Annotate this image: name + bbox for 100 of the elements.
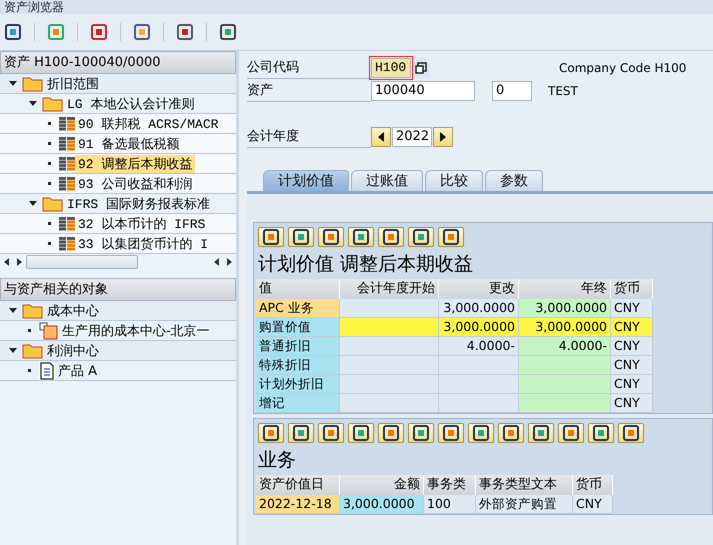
table-cell: 3,000.0000	[519, 318, 611, 337]
expand-arrow-icon[interactable]	[29, 201, 37, 206]
copy-button[interactable]	[413, 58, 429, 78]
copy-button[interactable]	[588, 423, 614, 443]
table-cell: CNY	[611, 318, 653, 337]
bullet-icon	[48, 182, 51, 185]
bullet-icon	[48, 122, 51, 125]
table-cell: 100	[424, 495, 476, 514]
cost-center-icon	[39, 322, 59, 340]
scroll-right-icon[interactable]	[14, 256, 24, 268]
table-icon	[59, 216, 75, 230]
scroll-left-icon[interactable]	[212, 256, 222, 268]
calculator-button[interactable]	[408, 227, 434, 247]
table-cell: 4.0000-	[439, 337, 519, 356]
asset-field[interactable]: 100040	[371, 81, 475, 101]
tree-item[interactable]: 生产用的成本中心-北京一	[59, 322, 213, 340]
scroll-left-icon[interactable]	[2, 256, 12, 268]
grid-title: 业务	[257, 448, 297, 473]
info-button[interactable]	[558, 423, 584, 443]
expand-arrow-icon[interactable]	[9, 348, 17, 353]
tab[interactable]: 比较	[425, 170, 483, 191]
view-button[interactable]	[468, 423, 494, 443]
tab[interactable]: 计划价值	[263, 170, 349, 191]
print-button[interactable]	[258, 227, 284, 247]
company-code-field[interactable]: H100	[371, 58, 411, 78]
table-cell: APC 业务	[256, 299, 340, 318]
bullet-icon	[28, 369, 31, 372]
scrollbar-thumb[interactable]	[26, 255, 138, 269]
table-icon	[59, 136, 75, 150]
swap-button[interactable]	[378, 227, 404, 247]
export-button[interactable]	[498, 423, 524, 443]
info-button[interactable]	[348, 227, 374, 247]
table-cell: 购置价值	[256, 318, 340, 337]
table-icon	[59, 176, 75, 190]
document-icon	[39, 362, 55, 380]
export-button[interactable]	[318, 227, 344, 247]
column-header[interactable]: 事务类型文本	[476, 475, 573, 495]
column-header[interactable]: 更改	[439, 279, 519, 299]
table-cell: 2022-12-18	[256, 495, 340, 514]
table-icon	[59, 116, 75, 130]
sum-button[interactable]	[378, 423, 404, 443]
sub-number-field[interactable]: 0	[492, 81, 532, 101]
tab[interactable]: 参数	[485, 170, 543, 191]
table-cell: CNY	[611, 394, 653, 413]
clock-button[interactable]	[438, 227, 464, 247]
print-button[interactable]	[438, 423, 464, 443]
subtotal-button[interactable]	[408, 423, 434, 443]
tree-item[interactable]: 92 调整后本期收益	[75, 154, 196, 172]
expand-arrow-icon[interactable]	[9, 308, 17, 313]
bullet-icon	[48, 162, 51, 165]
table-cell: 普通折旧	[256, 337, 340, 356]
window-title: 资产浏览器	[0, 0, 713, 14]
company-description: Company Code H100	[559, 61, 686, 75]
tree-item[interactable]: 产品 A	[55, 362, 100, 380]
expand-arrow-icon[interactable]	[29, 101, 37, 106]
asset-description: TEST	[548, 84, 578, 98]
sort-descending-button[interactable]	[318, 423, 344, 443]
table-cell: 特殊折旧	[256, 356, 340, 375]
tree-item[interactable]: LG 本地公认会计准则	[64, 94, 198, 112]
column-header[interactable]: 值	[256, 279, 340, 299]
table-cell: CNY	[611, 375, 653, 394]
grid-title: 计划价值 调整后本期收益	[257, 252, 474, 277]
next-year-button[interactable]	[433, 127, 453, 147]
left-triangle-icon	[377, 131, 385, 143]
view-button[interactable]	[288, 227, 314, 247]
table-cell: 计划外折旧	[256, 375, 340, 394]
expand-arrow-icon[interactable]	[9, 81, 17, 86]
details-button[interactable]	[258, 423, 284, 443]
scroll-right-icon[interactable]	[224, 256, 234, 268]
filter-button[interactable]	[348, 423, 374, 443]
tab[interactable]: 过账值	[351, 170, 423, 191]
table-cell: 3,000.0000	[340, 495, 424, 514]
bullet-icon	[28, 329, 31, 332]
column-header[interactable]: 会计年度开始	[340, 279, 439, 299]
column-header[interactable]: 年终	[519, 279, 611, 299]
previous-year-button[interactable]	[371, 127, 391, 147]
table-cell: 3,000.0000	[519, 299, 611, 318]
table-cell: CNY	[611, 337, 653, 356]
table-cell: CNY	[611, 356, 653, 375]
sort-ascending-button[interactable]	[288, 423, 314, 443]
graphic-button[interactable]	[618, 423, 644, 443]
bullet-icon	[48, 222, 51, 225]
table-cell: CNY	[573, 495, 613, 514]
table-icon	[59, 236, 75, 250]
bullet-icon	[48, 242, 51, 245]
column-header[interactable]: 金额	[340, 475, 424, 495]
column-header[interactable]: 货币	[573, 475, 613, 495]
right-triangle-icon	[439, 131, 447, 143]
column-header[interactable]: 事务类	[424, 475, 476, 495]
tree-header: 与资产相关的对象	[0, 278, 236, 301]
tree-item[interactable]: IFRS 国际财务报表标准	[64, 194, 214, 212]
tree-header: 资产 H100-100040/0000	[0, 51, 236, 74]
column-header[interactable]: 资产价值日	[256, 475, 340, 495]
table-cell: 3,000.0000	[439, 318, 519, 337]
table-cell: 4.0000-	[519, 337, 611, 356]
fiscal-year-field[interactable]: 2022	[392, 127, 432, 147]
column-header[interactable]: 货币	[611, 279, 653, 299]
table-cell: 3,000.0000	[439, 299, 519, 318]
table-icon	[59, 156, 75, 170]
layout-button[interactable]	[528, 423, 554, 443]
